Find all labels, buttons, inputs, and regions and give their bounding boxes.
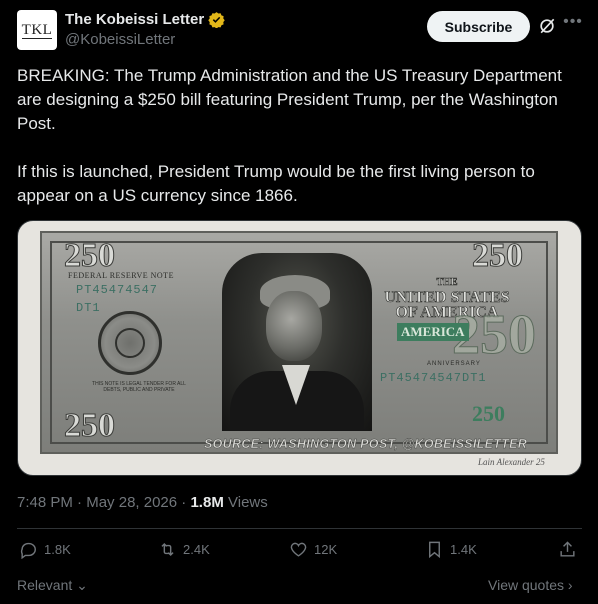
portrait-image (222, 253, 372, 431)
subscribe-button[interactable]: Subscribe (427, 11, 530, 42)
repost-button[interactable]: 2.4K (158, 540, 210, 559)
author-name[interactable]: The Kobeissi Letter (65, 11, 204, 28)
meta-separator: · (77, 494, 83, 511)
note-label: FEDERAL RESERVE NOTE (68, 271, 174, 280)
serial-number-left: PT45474547 (76, 283, 159, 297)
reply-button[interactable]: 1.8K (19, 540, 71, 559)
like-button[interactable]: 12K (289, 540, 337, 559)
denomination-bottom-left: 250 (64, 407, 116, 444)
banknote-image: 250 250 250 FEDERAL RESERVE NOTE PT45474… (40, 231, 558, 454)
avatar[interactable]: TKL (17, 10, 57, 50)
tweet-text: BREAKING: The Trump Administration and t… (17, 64, 582, 232)
country-title-line1: THE (436, 277, 458, 289)
denomination-green: 250 (472, 401, 505, 426)
views-label: Views (228, 494, 268, 511)
tweet-image[interactable]: 250 250 250 FEDERAL RESERVE NOTE PT45474… (17, 220, 582, 476)
share-icon (560, 541, 575, 557)
view-quotes-link[interactable]: View quotes › (488, 577, 573, 593)
tweet-post: TKL The Kobeissi Letter @KobeissiLetter … (0, 0, 598, 604)
meta-separator-2: · (181, 494, 187, 511)
serial-number-right: PT45474547DT1 (380, 371, 487, 385)
grok-icon[interactable] (537, 16, 557, 36)
more-options-icon[interactable]: ••• (563, 14, 583, 34)
chevron-down-icon: ⌄ (76, 577, 88, 593)
artist-signature: Lain Alexander 25 (478, 457, 545, 467)
chevron-right-icon: › (567, 577, 573, 593)
bookmark-icon (429, 541, 440, 559)
repost-count: 2.4K (183, 542, 210, 557)
legal-tender-text: THIS NOTE IS LEGAL TENDER FOR ALL DEBTS,… (92, 381, 186, 393)
avatar-logo-text: TKL (21, 21, 53, 39)
repost-icon (161, 542, 174, 557)
tweet-time[interactable]: 7:48 PM (17, 494, 73, 511)
district-code: DT1 (76, 301, 101, 315)
relevant-label: Relevant (17, 577, 73, 593)
reply-icon (20, 542, 36, 559)
verified-badge-icon (208, 12, 225, 28)
divider (17, 528, 582, 529)
bookmark-button[interactable]: 1.4K (425, 540, 477, 559)
anniversary-label: ANNIVERSARY (427, 361, 481, 367)
share-button[interactable] (558, 540, 577, 559)
view-quotes-label: View quotes (488, 577, 565, 593)
action-bar: 1.8K 2.4K 12K 1.4K (17, 540, 582, 564)
denomination-top-left: 250 (64, 237, 116, 274)
author-handle[interactable]: @KobeissiLetter (65, 31, 175, 48)
america-badge: AMERICA (397, 323, 469, 341)
reply-count: 1.8K (44, 542, 71, 557)
source-caption: SOURCE: WASHINGTON POST, @KOBEISSILETTER (204, 437, 528, 451)
tweet-date[interactable]: May 28, 2026 (86, 494, 177, 511)
sort-relevant-dropdown[interactable]: Relevant ⌄ (17, 577, 88, 594)
tweet-paragraph-1: BREAKING: The Trump Administration and t… (17, 66, 562, 133)
tweet-meta: 7:48 PM · May 28, 2026 · 1.8M Views (17, 494, 268, 511)
views-count: 1.8M (190, 494, 224, 511)
tweet-paragraph-2: If this is launched, President Trump wou… (17, 162, 535, 205)
federal-reserve-seal (98, 311, 162, 375)
author-name-row: The Kobeissi Letter (65, 11, 225, 28)
denomination-top-right: 250 (472, 237, 524, 274)
heart-icon (290, 542, 307, 557)
like-count: 12K (314, 542, 338, 557)
bookmark-count: 1.4K (450, 542, 477, 557)
